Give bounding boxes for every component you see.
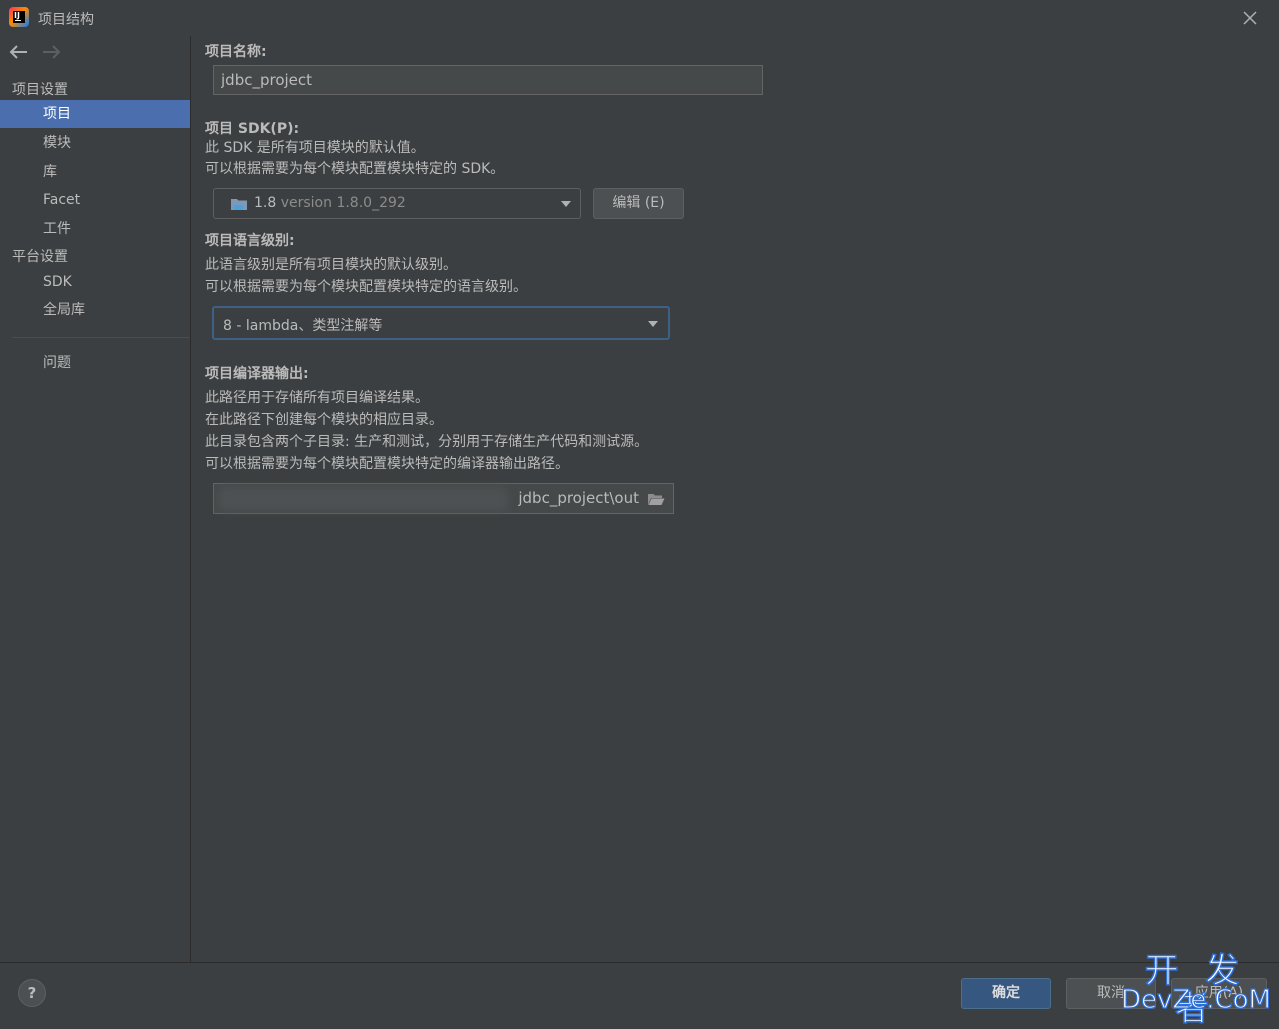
language-level-dropdown[interactable]: 8 - lambda、类型注解等 <box>212 306 670 340</box>
ok-button[interactable]: 确定 <box>961 978 1051 1009</box>
back-arrow-icon[interactable] <box>8 42 30 62</box>
compiler-output-path: jdbc_project\out <box>518 489 639 507</box>
close-icon[interactable] <box>1240 8 1260 28</box>
apply-button[interactable]: 应用(A) <box>1171 978 1267 1009</box>
dialog-footer: ? 确定 取消 应用(A) <box>0 962 1279 1021</box>
project-settings-heading: 项目设置 <box>12 82 68 98</box>
forward-arrow-icon[interactable] <box>40 42 62 62</box>
platform-settings-heading: 平台设置 <box>12 249 68 265</box>
project-name-label: 项目名称: <box>205 44 267 60</box>
sidebar-item-project[interactable]: 项目 <box>0 100 190 128</box>
sidebar-item-sdks[interactable]: SDK <box>0 268 190 296</box>
compiler-output-field[interactable]: jdbc_project\out <box>213 483 674 514</box>
sidebar-item-artifacts[interactable]: 工件 <box>0 215 190 243</box>
window-title: 项目结构 <box>38 12 94 28</box>
sidebar-item-libraries[interactable]: 库 <box>0 158 190 186</box>
intellij-logo-icon: IJ <box>9 7 29 27</box>
sidebar-item-global-libraries[interactable]: 全局库 <box>0 296 190 324</box>
language-description-2: 可以根据需要为每个模块配置模块特定的语言级别。 <box>205 279 527 295</box>
sdk-description-1: 此 SDK 是所有项目模块的默认值。 <box>205 140 425 156</box>
title-bar: IJ 项目结构 <box>0 0 1279 36</box>
compiler-output-label: 项目编译器输出: <box>205 366 309 382</box>
help-button[interactable]: ? <box>18 979 46 1007</box>
language-description-1: 此语言级别是所有项目模块的默认级别。 <box>205 257 457 273</box>
language-level-label: 项目语言级别: <box>205 233 295 249</box>
project-sdk-label: 项目 SDK(P): <box>205 121 300 137</box>
sidebar-divider <box>12 337 190 338</box>
sidebar-item-facets[interactable]: Facet <box>0 186 190 214</box>
sidebar-item-problems[interactable]: 问题 <box>0 349 190 377</box>
chevron-down-icon <box>648 321 658 327</box>
redacted-path-blur <box>218 487 508 511</box>
sdk-folder-icon <box>231 199 247 210</box>
edit-sdk-button[interactable]: 编辑 (E) <box>593 188 684 219</box>
output-description-3: 此目录包含两个子目录: 生产和测试，分别用于存储生产代码和测试源。 <box>205 434 649 450</box>
sdk-description-2: 可以根据需要为每个模块配置模块特定的 SDK。 <box>205 161 505 177</box>
sdk-name: 1.8 <box>254 195 277 211</box>
language-level-value: 8 - lambda、类型注解等 <box>223 318 383 334</box>
sdk-dropdown[interactable]: 1.8 version 1.8.0_292 <box>213 188 581 219</box>
project-name-input[interactable] <box>213 65 763 95</box>
sidebar: 项目设置 项目 模块 库 Facet 工件 平台设置 SDK 全局库 问题 <box>0 36 191 962</box>
output-description-4: 可以根据需要为每个模块配置模块特定的编译器输出路径。 <box>205 456 569 472</box>
sidebar-item-modules[interactable]: 模块 <box>0 129 190 157</box>
chevron-down-icon <box>561 201 571 207</box>
output-description-1: 此路径用于存储所有项目编译结果。 <box>205 390 429 406</box>
cancel-button[interactable]: 取消 <box>1066 978 1156 1009</box>
project-settings-panel: 项目名称: 项目 SDK(P): 此 SDK 是所有项目模块的默认值。 可以根据… <box>191 36 1279 962</box>
folder-open-icon[interactable] <box>647 492 665 506</box>
output-description-2: 在此路径下创建每个模块的相应目录。 <box>205 412 443 428</box>
sdk-version: version 1.8.0_292 <box>280 195 406 211</box>
sdk-value: 1.8 version 1.8.0_292 <box>254 195 406 211</box>
